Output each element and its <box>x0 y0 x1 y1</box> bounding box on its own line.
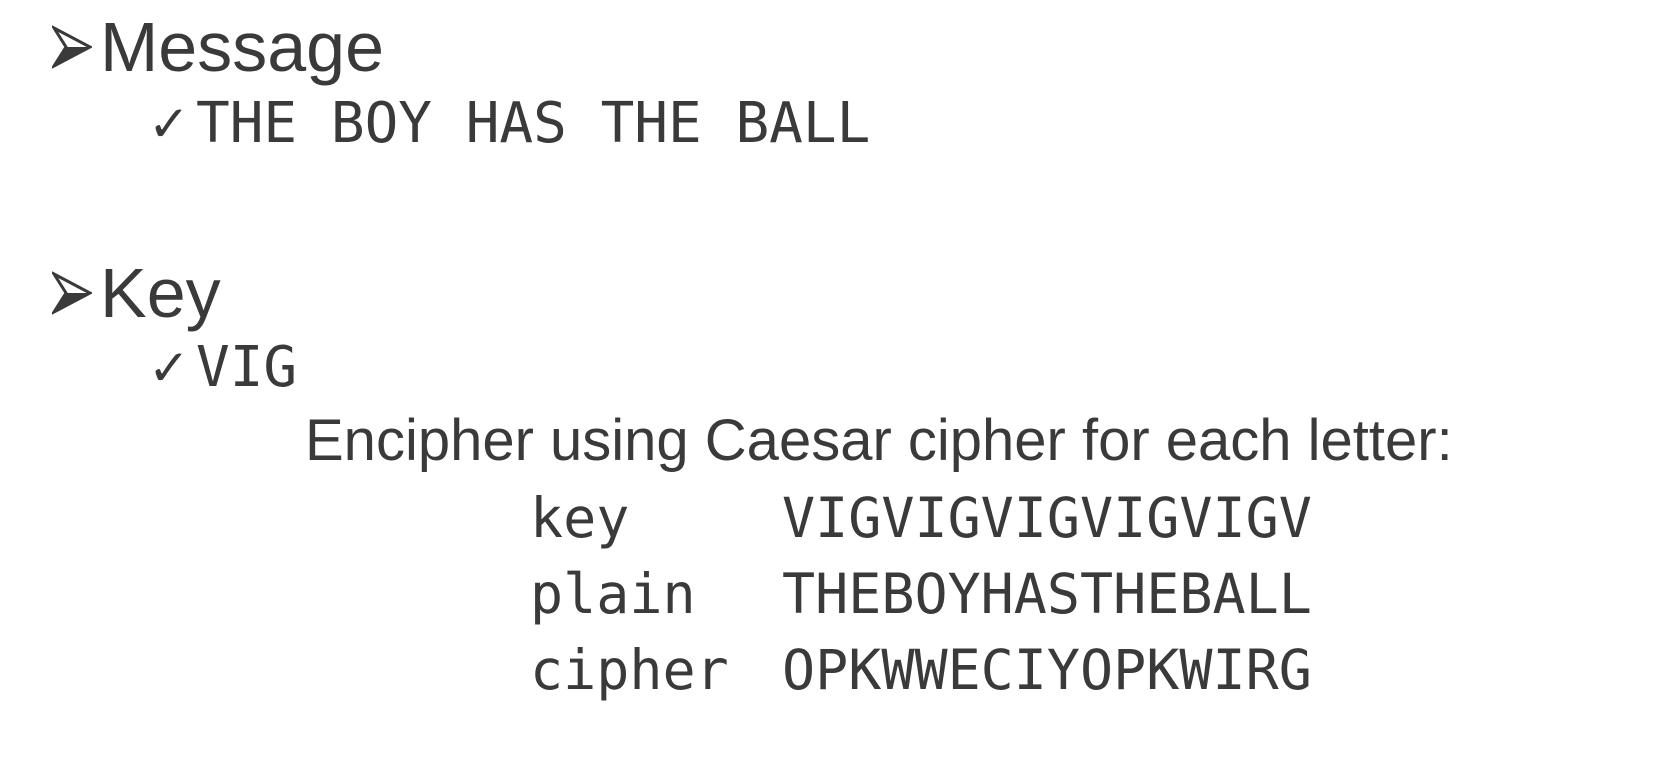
table-row-plain: plain THEBOYHASTHEBALL <box>530 556 1312 632</box>
arrowhead-bullet-icon <box>52 271 92 315</box>
table-row-key: key VIGVIGVIGVIGVIGV <box>530 480 1312 556</box>
slide: Message ✓ THE BOY HAS THE BALL Key ✓ VIG… <box>0 0 1676 780</box>
arrowhead-bullet-icon <box>52 25 92 69</box>
key-item: ✓ VIG <box>148 340 297 396</box>
message-item: ✓ THE BOY HAS THE BALL <box>148 96 870 152</box>
checkmark-icon: ✓ <box>148 339 190 397</box>
row-label: plain <box>530 561 696 626</box>
key-item-text: VIG <box>196 335 298 400</box>
key-heading: Key <box>52 258 221 328</box>
checkmark-icon: ✓ <box>148 95 190 153</box>
row-label: cipher <box>530 637 729 702</box>
cipher-table: key VIGVIGVIGVIGVIGV plain THEBOYHASTHEB… <box>530 480 1312 708</box>
message-heading-text: Message <box>100 8 385 86</box>
row-value: VIGVIGVIGVIGVIGV <box>782 485 1312 550</box>
row-value: OPKWWECIYOPKWIRG <box>782 637 1312 702</box>
table-row-cipher: cipher OPKWWECIYOPKWIRG <box>530 632 1312 708</box>
key-heading-text: Key <box>100 254 221 332</box>
row-label: key <box>530 485 630 550</box>
message-item-text: THE BOY HAS THE BALL <box>196 91 871 156</box>
message-heading: Message <box>52 12 384 82</box>
instruction-text: Encipher using Caesar cipher for each le… <box>305 408 1453 473</box>
row-value: THEBOYHASTHEBALL <box>782 561 1312 626</box>
